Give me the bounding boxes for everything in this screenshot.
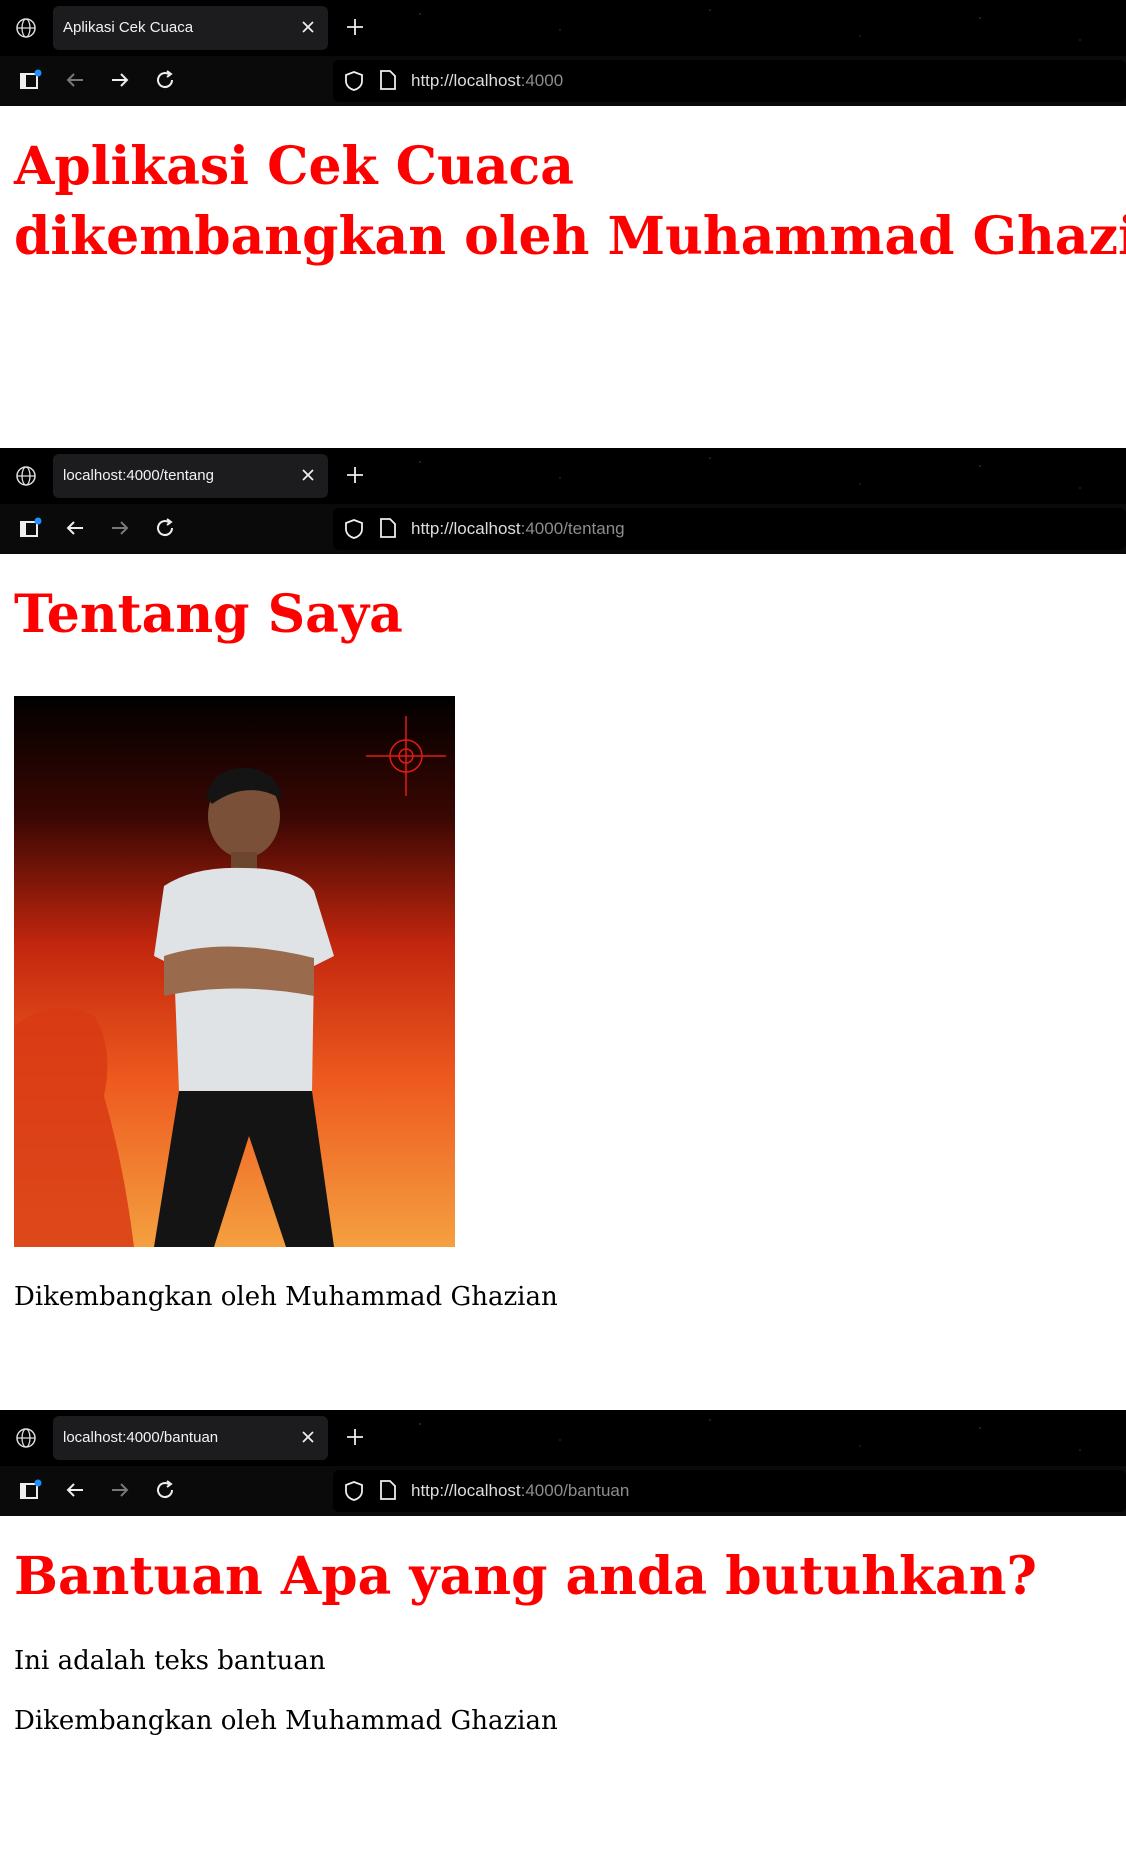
tab-title: localhost:4000/bantuan: [63, 1429, 219, 1446]
reload-icon[interactable]: [153, 1478, 177, 1502]
url-host: http://localhost: [411, 71, 521, 90]
sidebar-icon[interactable]: [18, 68, 42, 92]
page-icon[interactable]: [378, 1479, 398, 1501]
address-bar[interactable]: http://localhost:4000/bantuan: [333, 1470, 1126, 1512]
tab-title: Aplikasi Cek Cuaca: [63, 19, 194, 36]
tab-title: localhost:4000/tentang: [63, 467, 214, 484]
page-title: Bantuan Apa yang anda butuhkan?: [14, 1546, 1038, 1607]
url-path: :4000/tentang: [520, 519, 625, 538]
globe-icon: [16, 466, 36, 486]
arrow-right-icon[interactable]: [108, 516, 132, 540]
tab-active[interactable]: localhost:4000/bantuan: [53, 1416, 328, 1460]
url-text[interactable]: http://localhost:4000/bantuan: [411, 1481, 629, 1501]
plus-icon[interactable]: [345, 465, 365, 485]
page-content: Tentang Saya Dikembangkan oleh Muhammad …: [0, 554, 1126, 1414]
page-icon[interactable]: [378, 517, 398, 539]
browser-window-3: localhost:4000/bantuan http://localhost:…: [0, 1410, 1126, 1875]
sidebar-icon[interactable]: [18, 1478, 42, 1502]
url-path: :4000: [520, 71, 564, 90]
arrow-left-icon[interactable]: [63, 68, 87, 92]
page-icon[interactable]: [378, 69, 398, 91]
url-text[interactable]: http://localhost:4000: [411, 71, 563, 91]
page-subtitle: dikembangkan oleh Muhammad Ghazian: [14, 206, 1126, 267]
help-text: Ini adalah teks bantuan: [14, 1646, 326, 1676]
url-path: :4000/bantuan: [520, 1481, 630, 1500]
plus-icon[interactable]: [345, 1427, 365, 1447]
url-text[interactable]: http://localhost:4000/tentang: [411, 519, 625, 539]
shield-icon[interactable]: [343, 518, 365, 540]
browser-chrome: Aplikasi Cek Cuaca http://localhost:4000: [0, 0, 1126, 106]
page-content: Aplikasi Cek Cuaca dikembangkan oleh Muh…: [0, 106, 1126, 446]
url-host: http://localhost: [411, 519, 521, 538]
shield-icon[interactable]: [343, 1480, 365, 1502]
arrow-right-icon[interactable]: [108, 68, 132, 92]
plus-icon[interactable]: [345, 17, 365, 37]
tab-strip: Aplikasi Cek Cuaca: [0, 0, 1126, 56]
page-title: Aplikasi Cek Cuaca: [14, 136, 574, 197]
tab-strip: localhost:4000/bantuan: [0, 1410, 1126, 1466]
close-icon[interactable]: [300, 19, 316, 35]
address-bar[interactable]: http://localhost:4000/tentang: [333, 508, 1126, 550]
globe-icon: [16, 1428, 36, 1448]
tab-active[interactable]: Aplikasi Cek Cuaca: [53, 6, 328, 50]
address-bar[interactable]: http://localhost:4000: [333, 60, 1126, 102]
sidebar-icon[interactable]: [18, 516, 42, 540]
url-host: http://localhost: [411, 1481, 521, 1500]
close-icon[interactable]: [300, 1429, 316, 1445]
arrow-left-icon[interactable]: [63, 516, 87, 540]
shield-icon[interactable]: [343, 70, 365, 92]
page-title: Tentang Saya: [14, 584, 403, 645]
page-content: Bantuan Apa yang anda butuhkan? Ini adal…: [0, 1516, 1126, 1875]
reload-icon[interactable]: [153, 68, 177, 92]
navigation-bar: http://localhost:4000/bantuan: [0, 1466, 1126, 1516]
footer-text: Dikembangkan oleh Muhammad Ghazian: [14, 1706, 558, 1736]
globe-icon: [16, 18, 36, 38]
close-icon[interactable]: [300, 467, 316, 483]
browser-chrome: localhost:4000/bantuan http://localhost:…: [0, 1410, 1126, 1516]
browser-window-2: localhost:4000/tentang http://localhost:…: [0, 448, 1126, 1414]
navigation-bar: http://localhost:4000: [0, 56, 1126, 106]
arrow-left-icon[interactable]: [63, 1478, 87, 1502]
browser-window-1: Aplikasi Cek Cuaca http://localhost:4000…: [0, 0, 1126, 446]
reload-icon[interactable]: [153, 516, 177, 540]
footer-text: Dikembangkan oleh Muhammad Ghazian: [14, 1282, 558, 1312]
tab-strip: localhost:4000/tentang: [0, 448, 1126, 504]
navigation-bar: http://localhost:4000/tentang: [0, 504, 1126, 554]
profile-photo: [14, 696, 455, 1247]
profile-photo-image: [14, 696, 455, 1247]
arrow-right-icon[interactable]: [108, 1478, 132, 1502]
tab-active[interactable]: localhost:4000/tentang: [53, 454, 328, 498]
browser-chrome: localhost:4000/tentang http://localhost:…: [0, 448, 1126, 554]
